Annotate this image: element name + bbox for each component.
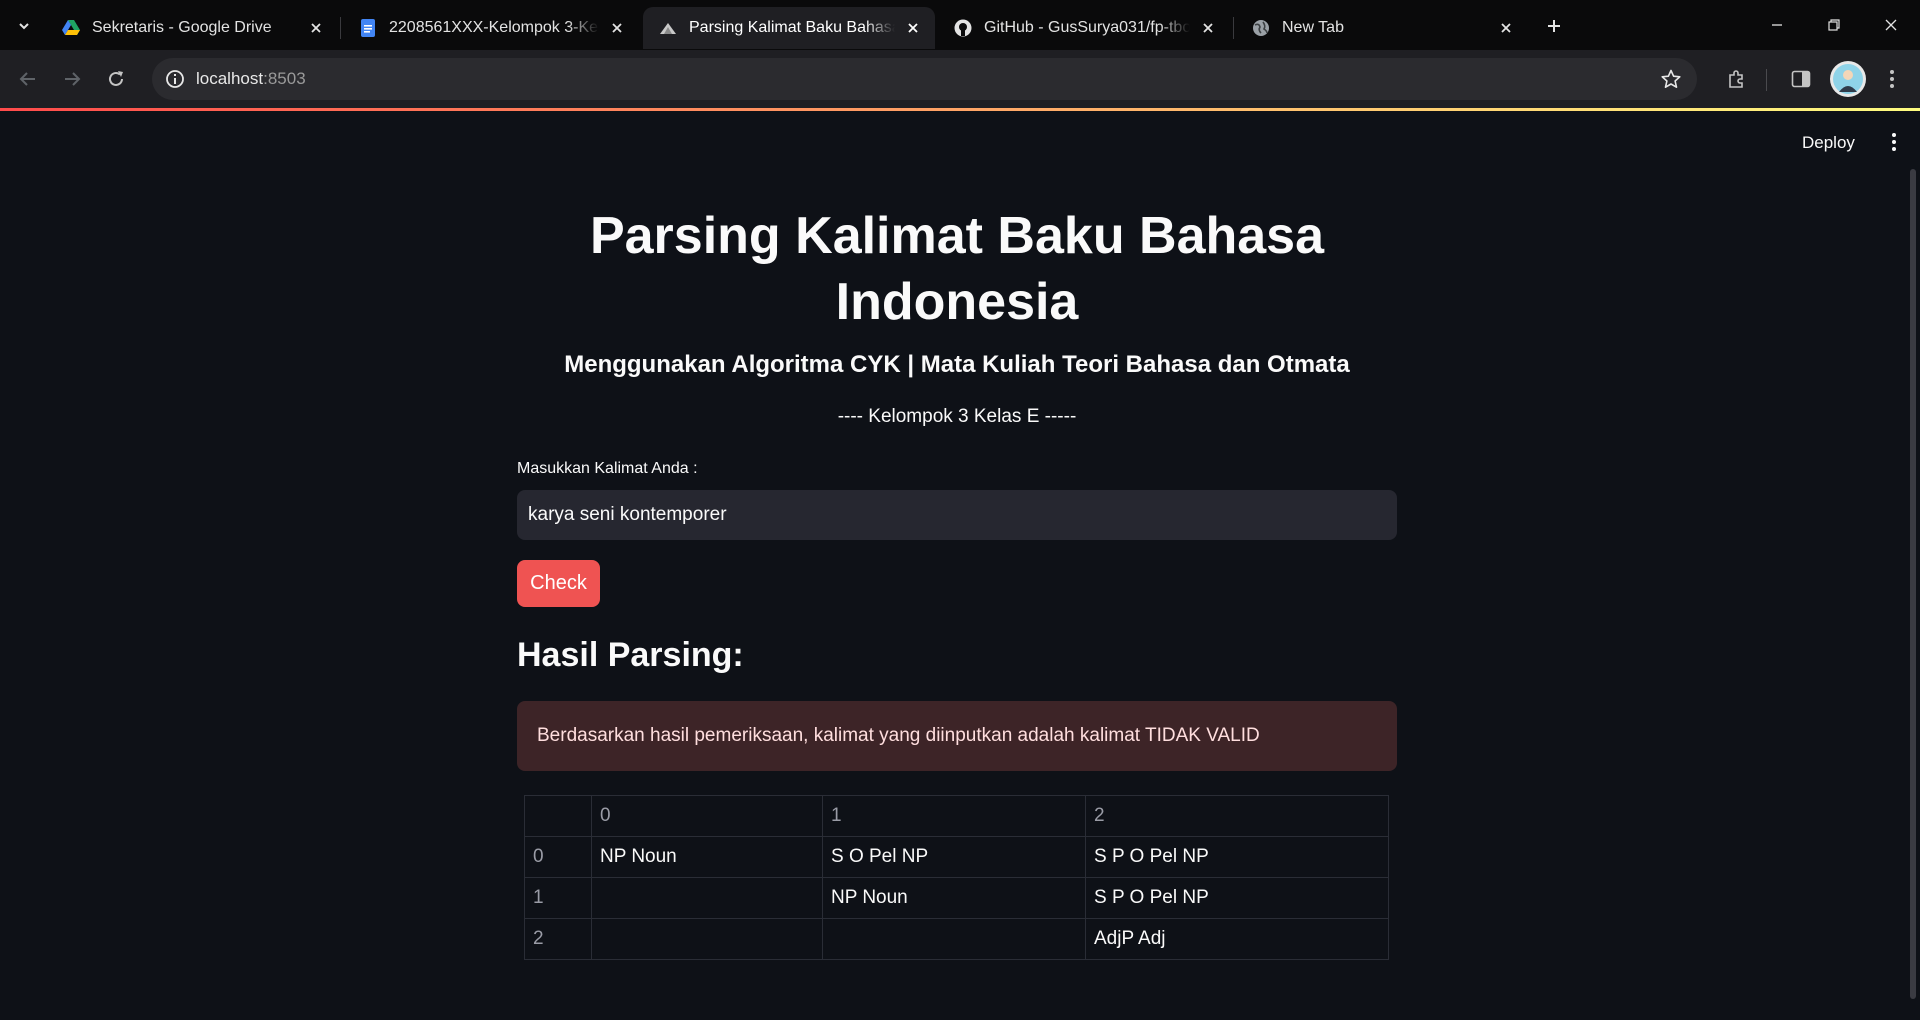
table-row: 0 NP Noun S O Pel NP S P O Pel NP <box>524 836 1389 878</box>
browser-tab[interactable]: GitHub - GusSurya031/fp-tbo <box>938 7 1230 49</box>
bookmark-star-icon[interactable] <box>1659 67 1683 91</box>
close-icon <box>1885 19 1897 31</box>
cyk-table[interactable]: 0 1 2 0 NP Noun S O Pel NP S P O Pel NP … <box>524 795 1389 960</box>
back-button[interactable] <box>14 65 42 93</box>
table-cell[interactable] <box>591 877 823 919</box>
url-host: localhost <box>196 69 264 88</box>
table-row-index: 1 <box>524 877 592 919</box>
reload-button[interactable] <box>102 65 130 93</box>
arrow-right-icon <box>65 72 81 86</box>
tab-title: Sekretaris - Google Drive <box>92 19 272 36</box>
result-message: Berdasarkan hasil pemeriksaan, kalimat y… <box>537 725 1260 746</box>
table-cell[interactable]: S P O Pel NP <box>1085 877 1389 919</box>
chevron-down-icon <box>19 23 29 30</box>
sentence-input-label: Masukkan Kalimat Anda : <box>517 460 698 477</box>
tab-title: Parsing Kalimat Baku Bahasa Indonesia <box>689 19 895 36</box>
check-button[interactable]: Check <box>517 560 600 607</box>
minimize-icon <box>1772 24 1782 26</box>
table-column-header[interactable]: 0 <box>591 795 823 837</box>
group-caption: ---- Kelompok 3 Kelas E ----- <box>837 406 1077 427</box>
table-row: 2 AdjP Adj <box>524 918 1389 960</box>
site-info-icon[interactable] <box>160 64 190 94</box>
table-column-header[interactable]: 1 <box>822 795 1086 837</box>
tab-title: 2208561XXX-Kelompok 3-Kelas E <box>389 19 599 36</box>
restore-button[interactable] <box>1805 0 1863 50</box>
table-row: 1 NP Noun S P O Pel NP <box>524 877 1389 919</box>
browser-tab[interactable]: 2208561XXX-Kelompok 3-Kelas E <box>343 7 639 49</box>
table-cell[interactable] <box>591 918 823 960</box>
browser-tab-active[interactable]: Parsing Kalimat Baku Bahasa Indonesia <box>643 7 935 49</box>
table-header-row: 0 1 2 <box>524 795 1389 837</box>
reload-icon <box>109 71 123 86</box>
puzzle-icon <box>1729 70 1743 88</box>
url-text[interactable]: localhost:8503 <box>196 69 306 89</box>
plus-icon <box>1548 20 1560 32</box>
table-cell[interactable]: NP Noun <box>822 877 1086 919</box>
new-tab-button[interactable] <box>1540 12 1568 40</box>
streamlit-app: Deploy Parsing Kalimat Baku Bahasa Indon… <box>0 111 1920 1020</box>
close-icon[interactable] <box>903 18 923 38</box>
tab-strip: Sekretaris - Google Drive 2208561XXX-Kel… <box>0 0 1920 50</box>
table-cell[interactable]: NP Noun <box>591 836 823 878</box>
result-heading: Hasil Parsing: <box>517 636 744 674</box>
url-port: :8503 <box>263 69 306 88</box>
browser-toolbar: localhost:8503 <box>0 50 1920 108</box>
result-error-alert: Berdasarkan hasil pemeriksaan, kalimat y… <box>517 701 1397 771</box>
tab-separator <box>340 17 341 39</box>
deploy-button[interactable]: Deploy <box>1794 129 1863 157</box>
page-subtitle: Menggunakan Algoritma CYK | Mata Kuliah … <box>564 351 1350 378</box>
table-cell[interactable]: S O Pel NP <box>822 836 1086 878</box>
table-index-header <box>524 795 592 837</box>
tab-title: GitHub - GusSurya031/fp-tbo <box>984 19 1190 36</box>
google-docs-icon <box>359 19 377 37</box>
main-menu-button[interactable] <box>1882 127 1906 157</box>
close-icon[interactable] <box>1198 18 1218 38</box>
forward-button[interactable] <box>58 65 86 93</box>
github-icon <box>954 19 972 37</box>
sentence-input[interactable]: karya seni kontemporer <box>517 490 1397 540</box>
side-panel-icon <box>1791 70 1811 88</box>
tab-search-button[interactable] <box>10 12 38 40</box>
close-icon[interactable] <box>1496 18 1516 38</box>
page-title: Parsing Kalimat Baku Bahasa Indonesia <box>589 207 1325 331</box>
table-cell[interactable]: S P O Pel NP <box>1085 836 1389 878</box>
tab-separator <box>1233 17 1234 39</box>
address-bar[interactable]: localhost:8503 <box>152 58 1697 100</box>
table-column-header[interactable]: 2 <box>1085 795 1389 837</box>
profile-avatar[interactable] <box>1830 61 1866 97</box>
table-cell[interactable] <box>822 918 1086 960</box>
tab-title: New Tab <box>1282 19 1344 36</box>
avatar-icon <box>1833 64 1863 94</box>
browser-menu-button[interactable] <box>1878 65 1906 93</box>
extensions-button[interactable] <box>1722 65 1750 93</box>
close-icon[interactable] <box>607 18 627 38</box>
streamlit-icon <box>659 19 677 37</box>
kebab-menu-icon <box>1890 70 1894 88</box>
browser-tab[interactable]: Sekretaris - Google Drive <box>46 7 338 49</box>
toolbar-separator <box>1766 69 1767 91</box>
minimize-button[interactable] <box>1748 0 1806 50</box>
side-panel-button[interactable] <box>1787 65 1815 93</box>
table-row-index: 0 <box>524 836 592 878</box>
google-drive-icon <box>62 19 80 37</box>
table-cell[interactable]: AdjP Adj <box>1085 918 1389 960</box>
page-scrollbar[interactable] <box>1910 169 1916 999</box>
kebab-menu-icon <box>1892 133 1896 151</box>
globe-icon <box>1252 19 1270 37</box>
close-window-button[interactable] <box>1862 0 1920 50</box>
arrow-left-icon <box>19 72 35 86</box>
table-row-index: 2 <box>524 918 592 960</box>
restore-icon <box>1828 19 1840 31</box>
close-icon[interactable] <box>306 18 326 38</box>
browser-tab[interactable]: New Tab <box>1236 7 1528 49</box>
